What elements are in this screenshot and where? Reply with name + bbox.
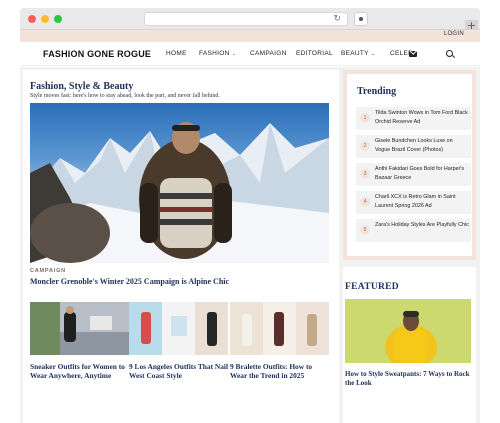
close-window-button[interactable] — [28, 15, 36, 23]
card-image-2[interactable] — [129, 302, 228, 355]
nav-item-campaign[interactable]: CAMPAIGN — [250, 50, 287, 57]
trending-number: 4 — [360, 197, 370, 207]
featured-title: FEATURED — [345, 282, 399, 292]
trending-item[interactable]: 1 Tilda Swinton Wows in Tom Ford Black O… — [356, 107, 471, 130]
trending-number: 2 — [360, 141, 370, 151]
trending-item[interactable]: 3 Anthi Fakidari Goes Bold for Harper's … — [356, 163, 471, 186]
card-title-2[interactable]: 9 Los Angeles Outfits That Nail West Coa… — [129, 362, 229, 381]
top-bar: LOGIN — [20, 30, 480, 42]
featured-photo-sweatpants — [345, 299, 471, 363]
trending-link[interactable]: Zara's Holiday Styles Are Playfully Chic — [375, 221, 469, 230]
card-photo-la-outfits — [129, 302, 228, 355]
hero-image[interactable] — [30, 103, 329, 263]
trending-number: 5 — [360, 225, 370, 235]
card-photo-bralette — [230, 302, 329, 355]
trending-widget: Trending 1 Tilda Swinton Wows in Tom For… — [343, 70, 476, 260]
card-image-1[interactable] — [30, 302, 129, 355]
trending-link[interactable]: Anthi Fakidari Goes Bold for Harper's Ba… — [375, 165, 469, 182]
chevron-down-icon: ⌄ — [231, 51, 237, 57]
mail-icon[interactable] — [409, 51, 417, 57]
login-link[interactable]: LOGIN — [444, 31, 464, 37]
trending-title: Trending — [357, 86, 397, 97]
nav-item-home[interactable]: HOME — [166, 50, 187, 57]
minimize-window-button[interactable] — [41, 15, 49, 23]
hero-photo-mountains — [30, 122, 329, 263]
maximize-window-button[interactable] — [54, 15, 62, 23]
nav-item-beauty[interactable]: BEAUTY ⌄ — [341, 50, 375, 57]
window-controls — [28, 15, 62, 23]
address-bar[interactable]: ↻ — [144, 12, 348, 26]
card-title-3[interactable]: 9 Bralette Outfits: How to Wear the Tren… — [230, 362, 330, 381]
content-area: Fashion, Style & Beauty Style moves fast… — [20, 67, 480, 423]
trending-number: 3 — [360, 169, 370, 179]
trending-number: 1 — [360, 113, 370, 123]
nav-item-beauty-label: BEAUTY — [341, 50, 369, 57]
extension-icon[interactable] — [354, 12, 368, 26]
hero-category-label[interactable]: CAMPAIGN — [30, 268, 66, 274]
web-page: LOGIN FASHION GONE ROGUE HOME FASHION ⌄ … — [20, 30, 480, 423]
main-column: Fashion, Style & Beauty Style moves fast… — [23, 70, 339, 423]
trending-item[interactable]: 2 Gisele Bundchen Looks Luxe on Vogue Br… — [356, 135, 471, 158]
section-title: Fashion, Style & Beauty — [30, 81, 134, 92]
main-navigation: FASHION GONE ROGUE HOME FASHION ⌄ CAMPAI… — [20, 42, 480, 66]
featured-headline[interactable]: How to Style Sweatpants: 7 Ways to Rock … — [345, 370, 473, 388]
trending-link[interactable]: Tilda Swinton Wows in Tom Ford Black Orc… — [375, 109, 469, 126]
reload-icon[interactable]: ↻ — [333, 14, 341, 24]
nav-item-fashion[interactable]: FASHION ⌄ — [199, 50, 236, 57]
trending-link[interactable]: Charli XCX is Retro Glam in Saint Lauren… — [375, 193, 469, 210]
browser-toolbar: ↻ + — [20, 8, 480, 33]
search-icon[interactable] — [446, 50, 453, 57]
nav-item-editorial[interactable]: EDITORIAL — [296, 50, 333, 57]
hero-headline[interactable]: Moncler Grenoble's Winter 2025 Campaign … — [30, 277, 229, 286]
trending-item[interactable]: 5 Zara's Holiday Styles Are Playfully Ch… — [356, 219, 471, 242]
card-photo-sneakers — [30, 302, 129, 355]
trending-panel: Trending 1 Tilda Swinton Wows in Tom For… — [347, 74, 472, 256]
card-title-1[interactable]: Sneaker Outfits for Women to Wear Anywhe… — [30, 362, 130, 381]
card-image-3[interactable] — [230, 302, 329, 355]
nav-item-fashion-label: FASHION — [199, 50, 230, 57]
featured-widget: FEATURED How to Style Sweatpants: 7 Ways… — [343, 267, 476, 423]
trending-item[interactable]: 4 Charli XCX is Retro Glam in Saint Laur… — [356, 191, 471, 214]
section-subtitle: Style moves fast: here's how to stay ahe… — [30, 93, 220, 99]
chevron-down-icon: ⌄ — [370, 51, 376, 57]
trending-link[interactable]: Gisele Bundchen Looks Luxe on Vogue Braz… — [375, 137, 469, 154]
featured-image[interactable] — [345, 299, 471, 363]
